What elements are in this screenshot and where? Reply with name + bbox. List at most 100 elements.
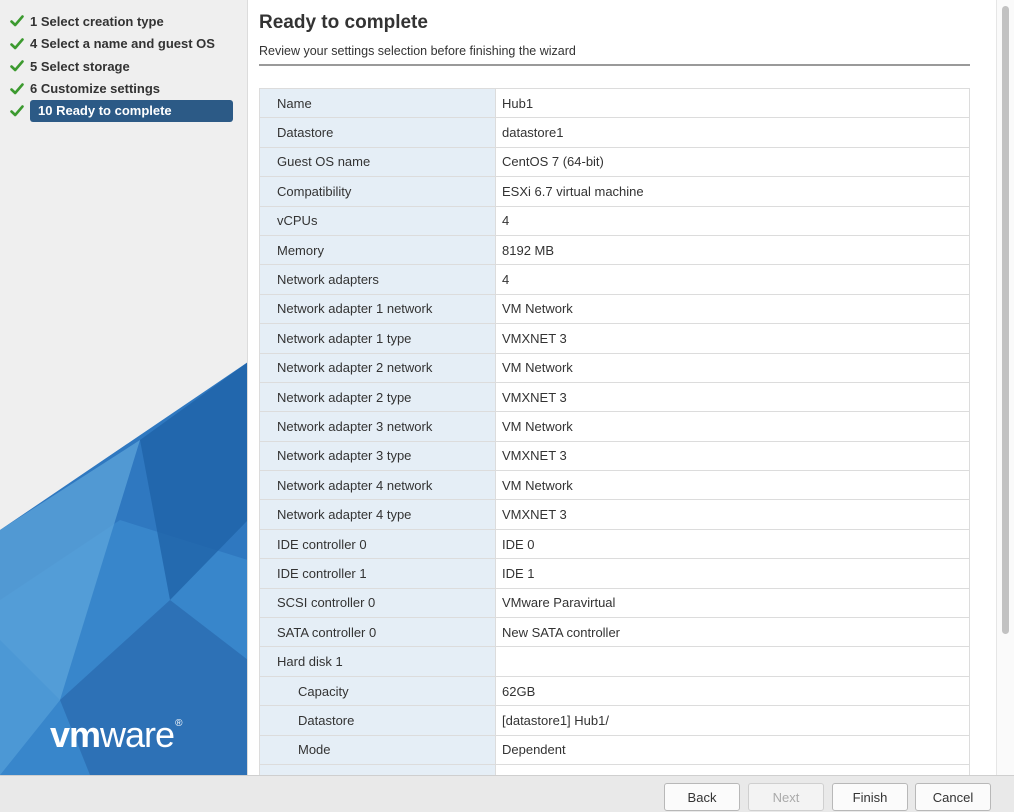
row-key: Network adapter 3 network (260, 412, 496, 441)
row-value: 4 (496, 265, 970, 294)
row-key: Mode (260, 735, 496, 764)
row-value: VMXNET 3 (496, 500, 970, 529)
table-row: Memory 8192 MB (260, 235, 970, 266)
table-row: Compatibility ESXi 6.7 virtual machine (260, 177, 970, 207)
row-key: Network adapter 3 type (260, 441, 496, 471)
row-value: IDE 0 (496, 529, 970, 559)
row-value: VM Network (496, 353, 970, 382)
row-key: vCPUs (260, 206, 496, 235)
row-value: [datastore1] Hub1/ (496, 706, 970, 735)
wizard-main-panel: Ready to complete Review your settings s… (249, 0, 996, 775)
table-row: Network adapter 2 type VMXNET 3 (260, 382, 970, 413)
row-key: Network adapters (260, 265, 496, 294)
checkmark-icon (10, 37, 24, 50)
row-value: New SATA controller (496, 618, 970, 647)
row-key: Compatibility (260, 177, 496, 206)
row-value: 8192 MB (496, 235, 970, 265)
table-row: Mode Dependent (260, 735, 970, 765)
row-key: Network adapter 2 network (260, 353, 496, 382)
row-key: Memory (260, 235, 496, 265)
row-value: 62GB (496, 676, 970, 706)
row-key: Hard disk 1 (260, 647, 496, 676)
checkmark-icon (10, 105, 24, 117)
table-row: Capacity 62GB (260, 676, 970, 707)
row-value: Dependent (496, 735, 970, 764)
row-value (496, 647, 970, 676)
page-header: Ready to complete Review your settings s… (259, 12, 970, 66)
table-row: Network adapter 3 network VM Network (260, 412, 970, 442)
row-key: IDE controller 1 (260, 559, 496, 588)
row-key: IDE controller 0 (260, 529, 496, 559)
table-row: Name Hub1 (260, 89, 970, 119)
table-row: Network adapter 1 network VM Network (260, 294, 970, 325)
row-key: Name (260, 89, 496, 118)
row-value: IDE 1 (496, 559, 970, 588)
row-key: SATA controller 0 (260, 618, 496, 647)
table-row: Network adapters 4 (260, 265, 970, 295)
step-label: 5 Select storage (30, 58, 130, 74)
page-subtitle: Review your settings selection before fi… (259, 44, 576, 58)
row-key: Capacity (260, 676, 496, 706)
table-row: SATA controller 0 New SATA controller (260, 618, 970, 648)
cancel-button[interactable]: Cancel (915, 783, 991, 811)
row-key: Datastore (260, 118, 496, 147)
row-value: VM Network (496, 412, 970, 441)
row-key: Network adapter 1 network (260, 294, 496, 324)
row-value: VM Network (496, 294, 970, 324)
row-key: SCSI controller 0 (260, 588, 496, 618)
row-value: 4 (496, 206, 970, 235)
next-button[interactable]: Next (748, 783, 824, 811)
summary-table: Name Hub1 Datastore datastore1 Guest OS name… (259, 88, 970, 775)
checkmark-icon (10, 82, 24, 95)
table-row: Datastore datastore1 (260, 118, 970, 148)
row-value: VMXNET 3 (496, 441, 970, 471)
checkmark-icon (10, 60, 24, 72)
row-key: Network adapter 2 type (260, 382, 496, 412)
step-label-active: 10 Ready to complete (30, 100, 233, 123)
table-row: SCSI controller 0 VMware Paravirtual (260, 588, 970, 619)
table-row: Network adapter 2 network VM Network (260, 353, 970, 383)
row-value: ESXi 6.7 virtual machine (496, 177, 970, 206)
row-value: VMXNET 3 (496, 382, 970, 412)
table-row: IDE controller 0 IDE 0 (260, 529, 970, 560)
row-value: VM Network (496, 471, 970, 500)
scrollbar-thumb[interactable] (1002, 6, 1009, 634)
wizard-sidebar: 1 Select creation type 4 Select a name a… (0, 0, 248, 775)
row-key: Network adapter 1 type (260, 324, 496, 353)
step-label: 6 Customize settings (30, 81, 161, 97)
wizard-steps: 1 Select creation type 4 Select a name a… (0, 10, 247, 123)
table-row: Hard disk 1 (260, 647, 970, 677)
step-label: 4 Select a name and guest OS (30, 36, 215, 52)
row-value: CentOS 7 (64-bit) (496, 147, 970, 177)
row-key: Datastore (260, 706, 496, 735)
step-label: 1 Select creation type (30, 13, 164, 29)
table-row: IDE controller 1 IDE 1 (260, 559, 970, 589)
finish-button[interactable]: Finish (832, 783, 908, 811)
row-value: VMware Paravirtual (496, 588, 970, 618)
step-select-name-guest-os[interactable]: 4 Select a name and guest OS (0, 33, 247, 56)
step-select-storage[interactable]: 5 Select storage (0, 55, 247, 78)
table-row: vCPUs 4 (260, 206, 970, 236)
row-value: datastore1 (496, 118, 970, 147)
page-title: Ready to complete (259, 12, 428, 33)
back-button[interactable]: Back (664, 783, 740, 811)
vmware-logo: vmware® (50, 714, 183, 755)
step-select-creation-type[interactable]: 1 Select creation type (0, 10, 247, 33)
row-value: VMXNET 3 (496, 324, 970, 353)
checkmark-icon (10, 15, 24, 27)
table-row: Network adapter 3 type VMXNET 3 (260, 441, 970, 472)
table-row: Network adapter 4 type VMXNET 3 (260, 500, 970, 530)
table-row: Network adapter 4 network VM Network (260, 471, 970, 501)
row-key: Network adapter 4 network (260, 471, 496, 500)
step-customize-settings[interactable]: 6 Customize settings (0, 78, 247, 101)
wizard-footer: Back Next Finish Cancel (0, 775, 1014, 812)
vertical-scrollbar[interactable] (996, 0, 1014, 775)
row-key (260, 764, 496, 775)
row-value (496, 764, 970, 775)
table-row: Datastore [datastore1] Hub1/ (260, 706, 970, 736)
row-key: Guest OS name (260, 147, 496, 177)
table-row: Network adapter 1 type VMXNET 3 (260, 324, 970, 354)
row-value: Hub1 (496, 89, 970, 118)
step-ready-to-complete[interactable]: 10 Ready to complete (0, 100, 247, 123)
table-row: Guest OS name CentOS 7 (64-bit) (260, 147, 970, 178)
